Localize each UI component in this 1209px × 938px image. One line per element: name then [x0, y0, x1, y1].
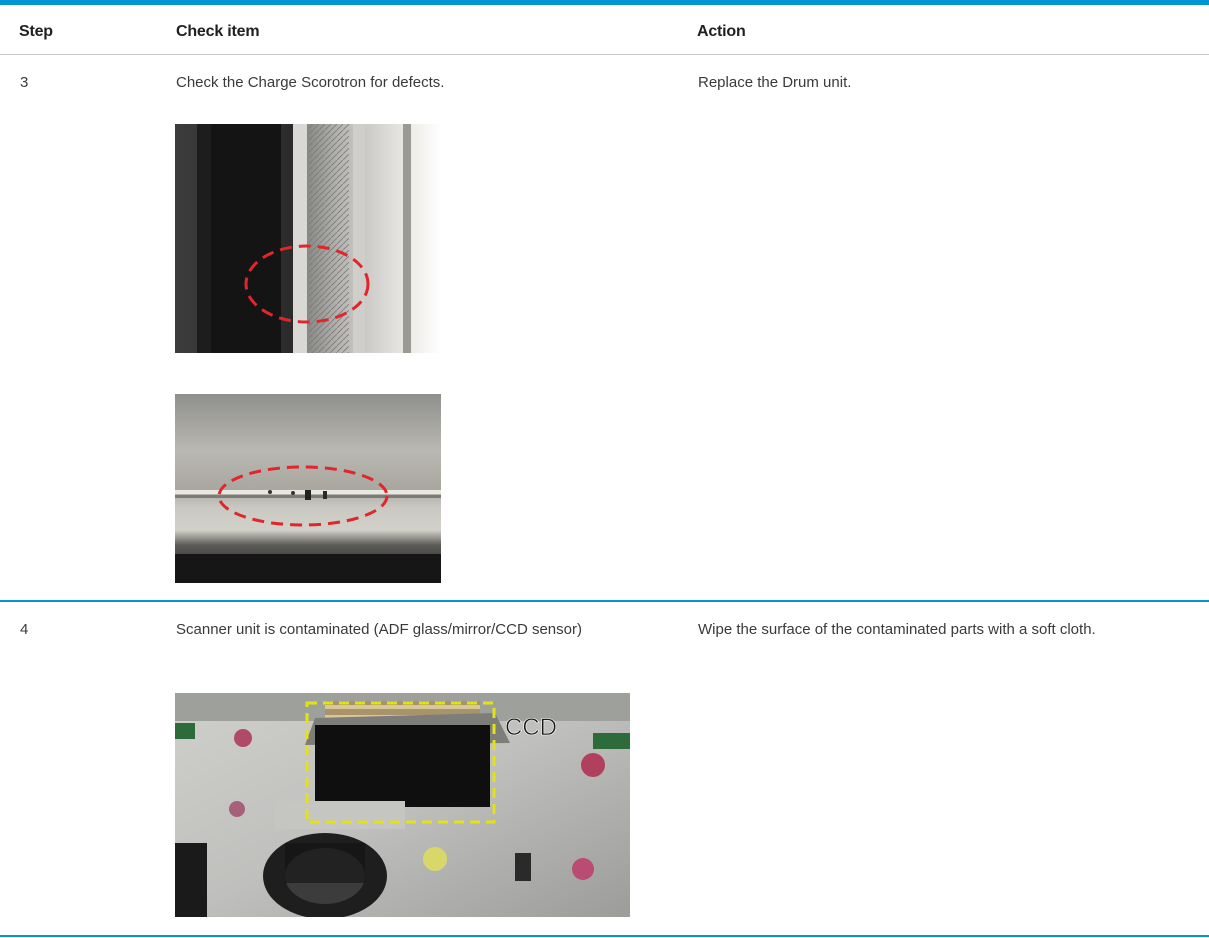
- row-4-action: Wipe the surface of the contaminated par…: [698, 621, 1096, 638]
- charge-scorotron-photo-2: [175, 394, 441, 583]
- ccd-label: CCD: [505, 714, 557, 741]
- table-top-rule: [0, 0, 1209, 5]
- row-3-step: 3: [20, 74, 29, 91]
- row-3-check-item: Check the Charge Scorotron for defects.: [176, 74, 445, 91]
- row-separator: [0, 600, 1209, 602]
- row-4-check-item: Scanner unit is contaminated (ADF glass/…: [176, 621, 582, 638]
- header-separator: [0, 54, 1209, 55]
- charge-scorotron-photo-1: [175, 124, 441, 353]
- header-check-item: Check item: [176, 23, 260, 40]
- table-bottom-rule: [0, 935, 1209, 937]
- header-action: Action: [697, 23, 746, 40]
- row-4-step: 4: [20, 621, 29, 638]
- header-step: Step: [19, 23, 53, 40]
- row-3-action: Replace the Drum unit.: [698, 74, 852, 91]
- scanner-unit-photo: CCD: [175, 693, 630, 917]
